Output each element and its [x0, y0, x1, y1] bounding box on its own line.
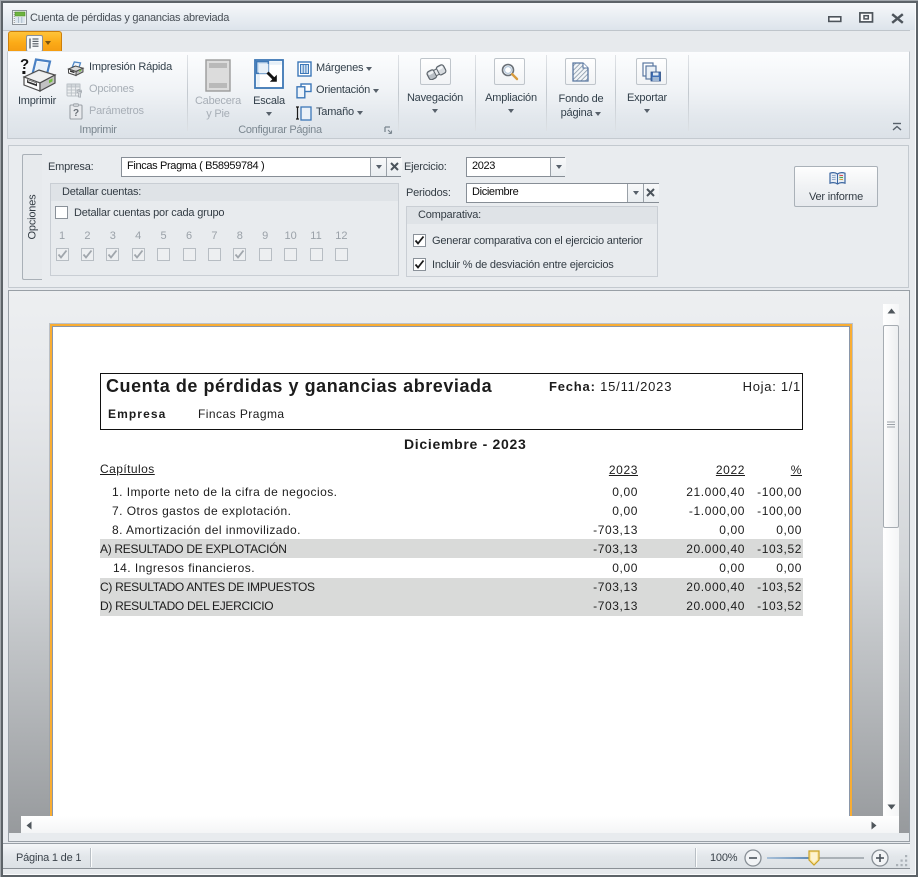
svg-text:?: ?: [20, 56, 29, 73]
svg-text:?: ?: [73, 108, 79, 119]
